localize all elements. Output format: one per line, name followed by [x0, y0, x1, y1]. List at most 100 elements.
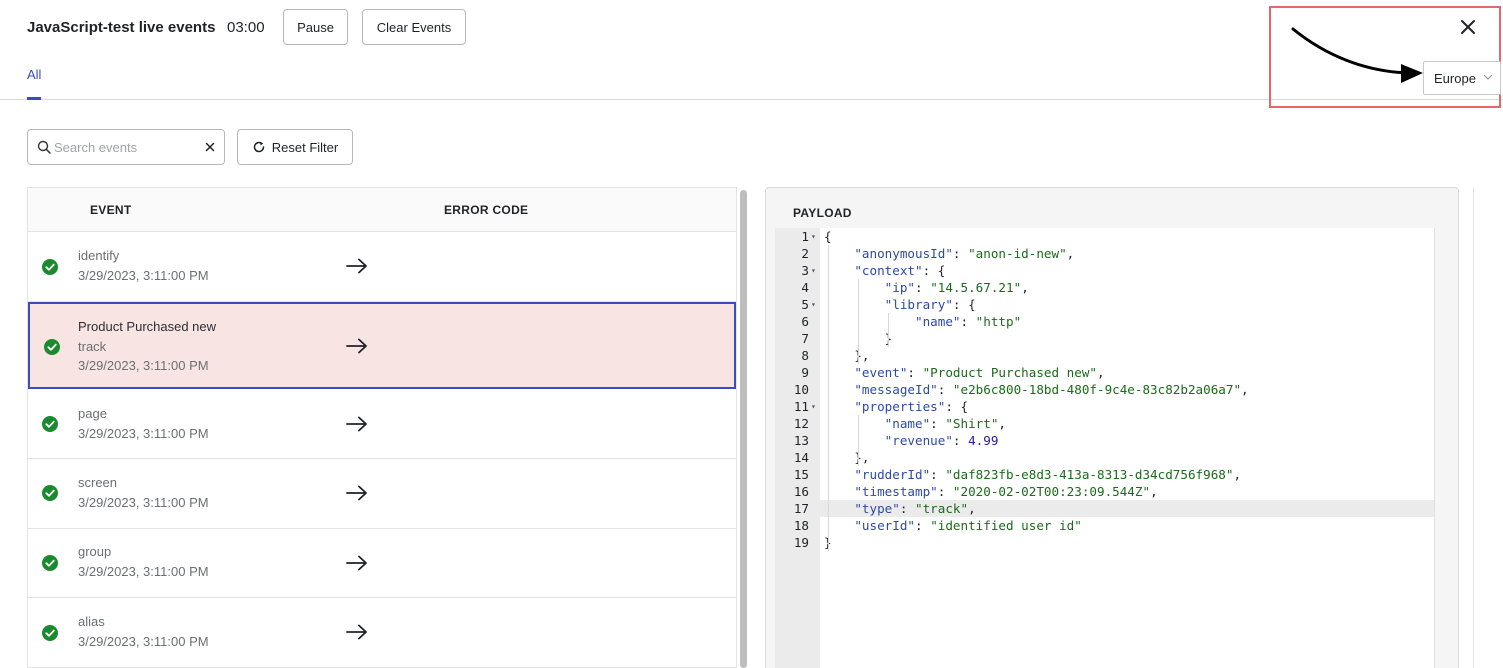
event-time: 3/29/2023, 3:11:00 PM [78, 425, 209, 441]
line-number: 6 [801, 314, 809, 329]
active-tab-indicator [27, 97, 41, 100]
region-select-value: Europe [1434, 70, 1476, 86]
success-check-icon [42, 259, 58, 275]
line-number: 18 [793, 518, 809, 533]
column-header-event: EVENT [90, 203, 132, 217]
event-type: alias [78, 614, 105, 629]
arrow-right-icon[interactable] [346, 416, 368, 432]
fold-caret-icon[interactable]: ▾ [811, 262, 816, 279]
line-number: 19 [793, 535, 809, 550]
table-row[interactable]: screen 3/29/2023, 3:11:00 PM [28, 459, 736, 529]
table-row[interactable]: alias 3/29/2023, 3:11:00 PM [28, 598, 736, 668]
payload-panel: PAYLOAD 1 ▾{2 "anonymousId": "anon-id-new… [765, 187, 1459, 668]
arrow-right-icon[interactable] [346, 485, 368, 501]
code-line: 18 "userId": "identified user id" [775, 517, 1434, 534]
event-time: 3/29/2023, 3:11:00 PM [78, 358, 209, 373]
code-text: "ip": "14.5.67.21", [884, 280, 1029, 295]
code-line: 3 ▾ "context": { [775, 262, 1434, 279]
code-text: "type": "track", [854, 501, 976, 516]
reset-filter-button[interactable]: Reset Filter [237, 129, 353, 165]
fold-caret-icon[interactable]: ▾ [811, 228, 816, 245]
code-text: "name": "http" [915, 314, 1022, 329]
event-type: track [78, 338, 107, 354]
code-text: "anonymousId": "anon-id-new", [854, 246, 1075, 261]
indent-guide [827, 245, 829, 551]
success-check-icon [42, 416, 58, 432]
clear-search-icon[interactable] [204, 141, 216, 153]
code-line: 16 "timestamp": "2020-02-02T00:23:09.544… [775, 483, 1434, 500]
code-line: 7 } [775, 330, 1434, 347]
line-number: 11 [793, 399, 809, 414]
fold-caret-icon[interactable]: ▾ [811, 296, 816, 313]
code-line: 5 ▾ "library": { [775, 296, 1434, 313]
event-type: page [78, 406, 107, 421]
countdown-timer: 03:00 [227, 19, 265, 36]
annotation-arrow-icon [1291, 27, 1423, 83]
event-type: screen [78, 475, 118, 490]
search-icon [37, 140, 51, 154]
indent-guide [858, 415, 859, 466]
line-number: 5 [801, 297, 809, 312]
line-number: 1 [801, 229, 809, 244]
indent-guide [888, 313, 890, 347]
line-number: 2 [801, 246, 809, 261]
code-text: "library": { [884, 297, 976, 312]
events-scrollbar[interactable] [740, 190, 747, 668]
refresh-icon [253, 141, 265, 153]
arrow-right-icon[interactable] [346, 624, 368, 640]
line-number: 10 [793, 382, 809, 397]
code-line: 11 ▾ "properties": { [775, 398, 1434, 415]
payload-code-editor[interactable]: 1 ▾{2 "anonymousId": "anon-id-new", 3 ▾ "co… [775, 228, 1435, 668]
code-text: "context": { [854, 263, 946, 278]
code-text: }, [824, 348, 870, 363]
code-text: "userId": "identified user id" [854, 518, 1082, 533]
event-time: 3/29/2023, 3:11:00 PM [78, 633, 209, 649]
code-text: "properties": { [854, 399, 969, 414]
chevron-down-icon [1483, 74, 1493, 80]
fold-caret-icon[interactable]: ▾ [811, 398, 816, 415]
arrow-right-icon[interactable] [346, 258, 368, 274]
code-line: 15 "rudderId": "daf823fb-e8d3-413a-8313-… [775, 466, 1434, 483]
code-text: "rudderId": "daf823fb-e8d3-413a-8313-d34… [854, 467, 1242, 482]
line-number: 3 [801, 263, 809, 278]
pause-button[interactable]: Pause [283, 9, 348, 45]
code-line: 13 "revenue": 4.99 [775, 432, 1434, 449]
arrow-right-icon[interactable] [346, 555, 368, 571]
table-row[interactable]: identify 3/29/2023, 3:11:00 PM [28, 232, 736, 302]
payload-title: PAYLOAD [793, 206, 852, 220]
indent-guide [858, 279, 859, 364]
event-type: identify [78, 248, 120, 263]
code-line: 12 "name": "Shirt", [775, 415, 1434, 432]
search-box [27, 129, 225, 165]
line-number: 4 [801, 280, 809, 295]
success-check-icon [42, 555, 58, 571]
line-number: 14 [793, 450, 809, 465]
code-line: 17 "type": "track", [775, 500, 1434, 517]
column-header-error-code: ERROR CODE [444, 203, 529, 217]
event-type: group [78, 544, 112, 559]
code-text: { [824, 229, 832, 244]
line-number: 13 [793, 433, 809, 448]
table-row[interactable]: page 3/29/2023, 3:11:00 PM [28, 389, 736, 459]
code-line: 19} [775, 534, 1434, 551]
code-line: 10 "messageId": "e2b6c800-18bd-480f-9c4e… [775, 381, 1434, 398]
arrow-right-icon[interactable] [346, 338, 368, 354]
events-table: EVENT ERROR CODE identify 3/29/2023, 3:1… [27, 187, 737, 668]
line-number: 12 [793, 416, 809, 431]
divider [1473, 187, 1474, 668]
page-title: JavaScript-test live events [27, 19, 216, 36]
tab-all[interactable]: All [27, 67, 41, 82]
code-text: "messageId": "e2b6c800-18bd-480f-9c4e-83… [854, 382, 1249, 397]
table-header: EVENT ERROR CODE [28, 188, 736, 232]
success-check-icon [44, 339, 60, 355]
table-row[interactable]: group 3/29/2023, 3:11:00 PM [28, 529, 736, 598]
clear-events-button[interactable]: Clear Events [362, 9, 466, 45]
line-number: 7 [801, 331, 809, 346]
code-text: "event": "Product Purchased new", [854, 365, 1105, 380]
search-input[interactable] [54, 136, 202, 158]
code-line: 2 "anonymousId": "anon-id-new", [775, 245, 1434, 262]
code-text: "timestamp": "2020-02-02T00:23:09.544Z", [854, 484, 1158, 499]
reset-filter-label: Reset Filter [271, 139, 339, 155]
table-row-selected[interactable]: Product Purchased new track 3/29/2023, 3… [28, 302, 736, 389]
region-select[interactable]: Europe [1423, 61, 1501, 95]
